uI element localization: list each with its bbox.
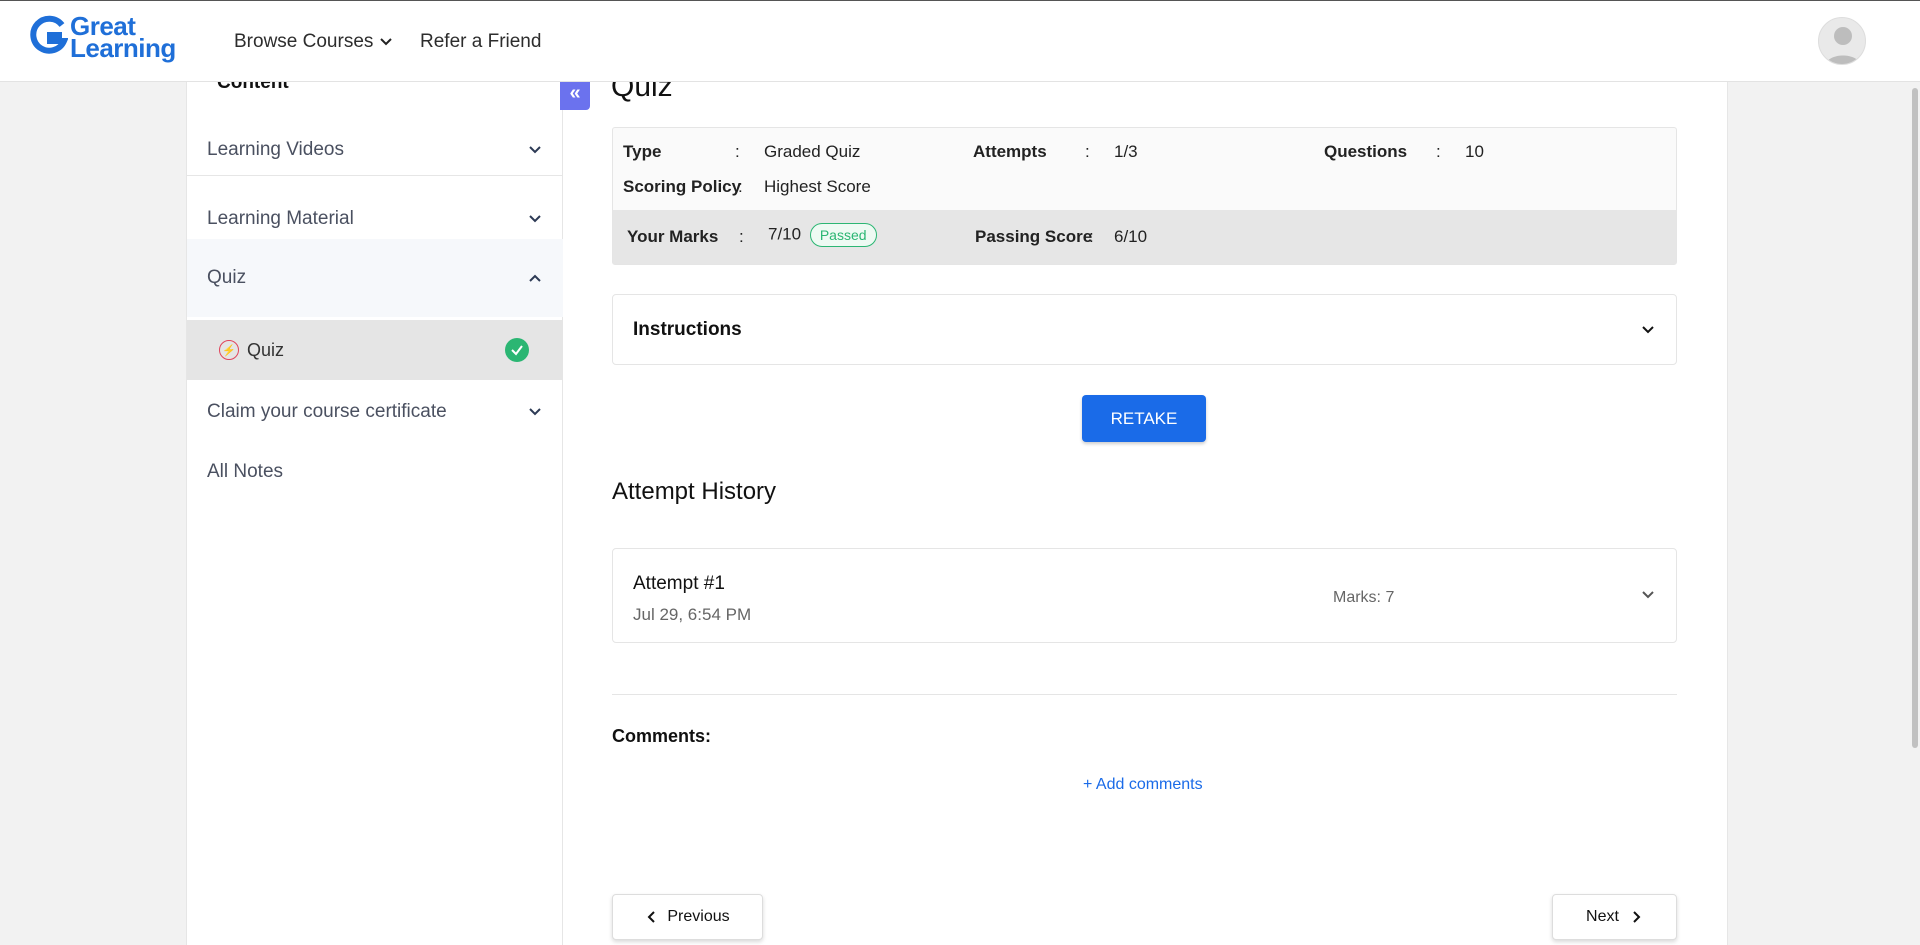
attempts-value: 1/3	[1114, 142, 1138, 161]
attempt-date: Jul 29, 6:54 PM	[633, 605, 752, 624]
passing-score-label: Passing Score	[975, 227, 1093, 246]
passed-status-badge: Passed	[809, 223, 877, 247]
passing-score-colon: :	[1089, 227, 1094, 246]
retake-button[interactable]: RETAKE	[1082, 395, 1206, 442]
page-scrollbar[interactable]	[1910, 82, 1920, 945]
logo-g-icon	[30, 15, 68, 54]
passing-score-value: 6/10	[1114, 227, 1148, 246]
refer-a-friend-link[interactable]: Refer a Friend	[420, 31, 541, 53]
course-sidebar: Content Learning Videos Learning Materia…	[186, 72, 563, 945]
scoring-policy-colon: :	[738, 177, 743, 196]
your-marks-value-group: 7/10 Passed	[768, 223, 877, 247]
attempt-history-title: Attempt History	[612, 478, 777, 505]
attempts-colon: :	[1085, 142, 1090, 161]
sidebar-subitem-quiz[interactable]: ⚡ Quiz	[187, 320, 563, 380]
browse-courses-label: Browse Courses	[234, 31, 374, 52]
sidebar-item-claim-certificate[interactable]: Claim your course certificate	[187, 383, 563, 441]
sidebar-item-label: Learning Material	[207, 207, 354, 229]
type-label: Type	[623, 142, 662, 161]
sidebar-item-all-notes[interactable]: All Notes	[187, 444, 563, 500]
type-colon: :	[735, 142, 740, 161]
sidebar-subitem-label: Quiz	[247, 339, 285, 360]
sidebar-item-label: All Notes	[207, 461, 284, 482]
questions-value: 10	[1465, 142, 1484, 161]
instructions-title: Instructions	[633, 318, 742, 340]
instructions-accordion[interactable]: Instructions	[612, 294, 1677, 365]
add-comments-link[interactable]: + Add comments	[1083, 776, 1203, 794]
scrollbar-thumb[interactable]	[1912, 88, 1918, 748]
logo-text: Great Learning	[70, 13, 176, 63]
quiz-main-panel: Quiz Type : Graded Quiz Attempts : 1/3 Q…	[563, 70, 1728, 945]
quiz-bolt-icon: ⚡	[219, 340, 239, 360]
attempts-label: Attempts	[973, 142, 1047, 161]
your-marks-colon: :	[739, 227, 744, 246]
sidebar-item-quiz[interactable]: Quiz	[187, 239, 563, 317]
chevron-down-icon	[1642, 591, 1654, 599]
chevron-down-icon	[529, 214, 541, 222]
divider	[612, 694, 1677, 695]
previous-button[interactable]: Previous	[612, 894, 763, 940]
chevron-left-icon	[647, 911, 656, 923]
great-learning-logo[interactable]: Great Learning	[28, 13, 176, 63]
sidebar-item-label: Learning Videos	[207, 138, 344, 160]
comments-label: Comments:	[612, 726, 712, 746]
chevron-down-icon	[529, 408, 541, 416]
attempt-marks: Marks: 7	[1333, 589, 1395, 606]
your-marks-label: Your Marks	[627, 227, 719, 246]
chevron-down-icon	[529, 145, 541, 153]
quiz-info-box: Type : Graded Quiz Attempts : 1/3 Questi…	[612, 127, 1677, 265]
type-value: Graded Quiz	[764, 142, 861, 161]
questions-colon: :	[1436, 142, 1441, 161]
previous-label: Previous	[667, 908, 730, 925]
logo-line2: Learning	[70, 33, 176, 63]
next-label: Next	[1586, 908, 1619, 925]
user-icon	[1825, 27, 1861, 64]
chevron-right-icon	[1633, 911, 1641, 923]
next-button[interactable]: Next	[1552, 894, 1677, 940]
completed-check-icon	[505, 338, 529, 362]
chevron-down-icon	[1642, 325, 1654, 333]
questions-label: Questions	[1324, 142, 1408, 161]
top-header: Great Learning Browse Courses Refer a Fr…	[0, 0, 1920, 82]
marks-band: Your Marks : 7/10 Passed Passing Score :…	[613, 210, 1676, 264]
chevron-down-icon	[380, 38, 393, 46]
refer-a-friend-label: Refer a Friend	[420, 31, 542, 52]
attempt-row[interactable]: Attempt #1 Jul 29, 6:54 PM Marks: 7	[612, 548, 1677, 643]
scoring-policy-label: Scoring Policy	[623, 177, 742, 196]
scoring-policy-value: Highest Score	[764, 177, 871, 196]
sidebar-item-learning-videos[interactable]: Learning Videos	[187, 124, 563, 176]
sidebar-item-label: Quiz	[207, 267, 247, 288]
user-avatar[interactable]	[1818, 17, 1866, 65]
double-chevron-left-icon: «	[569, 81, 581, 104]
browse-courses-menu[interactable]: Browse Courses	[234, 31, 393, 53]
chevron-up-icon	[529, 274, 541, 282]
sidebar-item-label: Claim your course certificate	[207, 401, 447, 422]
your-marks-value: 7/10	[768, 224, 802, 244]
attempt-name: Attempt #1	[633, 573, 725, 594]
